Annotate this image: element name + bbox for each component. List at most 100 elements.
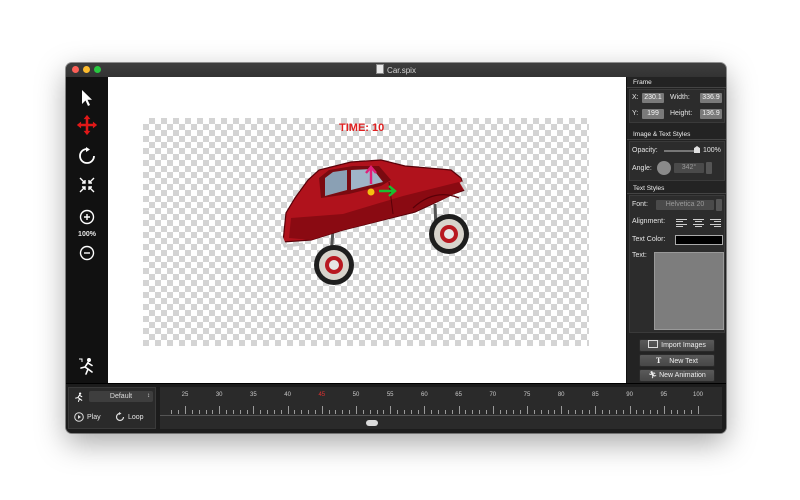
play-button[interactable]: Play <box>74 412 101 422</box>
alignment-label: Alignment: <box>632 218 666 225</box>
ruler-tick <box>314 410 316 414</box>
text-t-icon: T <box>656 356 662 365</box>
ruler-tick <box>622 410 624 414</box>
frame-section-heading: Frame <box>627 77 726 88</box>
ruler-tick <box>684 410 686 414</box>
import-images-button[interactable]: Import Images <box>639 339 715 352</box>
width-field[interactable]: 336.9 <box>700 93 722 103</box>
text-label: Text: <box>632 252 647 259</box>
ruler-tick <box>499 410 501 414</box>
rear-wheel[interactable] <box>314 245 354 285</box>
timeline-ruler[interactable]: 25 30 35 40 45 50 55 60 65 70 75 80 85 90 95 100 <box>160 387 722 429</box>
timeline[interactable]: 25 30 35 40 45 50 55 60 65 70 75 80 85 90 95 100 <box>160 387 722 429</box>
zoom-in-button[interactable] <box>76 206 98 228</box>
align-right-icon[interactable] <box>710 219 721 227</box>
ruler-tick <box>602 410 604 414</box>
ruler-tick <box>568 410 570 414</box>
new-animation-button[interactable]: 🏃︎ New Animation <box>639 369 715 382</box>
stage[interactable]: TIME: 10 <box>143 118 589 346</box>
ruler-tick <box>465 410 467 414</box>
app-window: Car.spix 100% TIME: 10 Frame X: 230.1 Wi… <box>66 63 726 433</box>
ruler-tick <box>698 406 699 414</box>
ruler-tick <box>369 410 371 414</box>
canvas-area[interactable]: TIME: 10 <box>108 77 626 383</box>
ruler-tick <box>444 410 446 414</box>
angle-dial[interactable] <box>657 161 671 175</box>
ruler-label: 60 <box>421 392 428 398</box>
ruler-tick <box>301 410 303 414</box>
ruler-label: 25 <box>181 392 189 398</box>
ruler-tick <box>451 410 453 414</box>
rotate-tool-button[interactable] <box>76 145 98 167</box>
ruler-tick <box>267 410 269 414</box>
align-center-icon[interactable] <box>693 219 704 227</box>
ruler-tick <box>636 410 638 414</box>
ruler-tick <box>205 410 207 414</box>
ruler-label: 85 <box>592 392 599 398</box>
new-text-button[interactable]: T New Text <box>639 354 715 367</box>
inspector-panel: Frame X: 230.1 Width: 336.9 Y: 199 Heigh… <box>626 77 726 383</box>
ruler-label: 35 <box>250 392 257 398</box>
animation-controls: Default ↕ Play Loop <box>68 387 156 429</box>
angle-stepper[interactable] <box>706 162 712 174</box>
select-tool-button[interactable] <box>76 87 98 109</box>
ruler-tick <box>185 406 186 414</box>
title-bar: Car.spix <box>66 63 726 78</box>
zoom-in-icon <box>79 209 95 225</box>
width-label: Width: <box>670 94 690 101</box>
ruler-label: 95 <box>660 392 668 398</box>
ruler-label: 55 <box>386 392 394 398</box>
scale-tool-button[interactable] <box>76 174 98 196</box>
ruler-tick <box>212 410 214 414</box>
loop-icon <box>115 412 125 422</box>
document-icon <box>376 64 385 74</box>
ruler-tick <box>397 410 399 414</box>
ruler-tick <box>691 410 693 414</box>
ruler-tick <box>656 410 658 414</box>
ruler-tick <box>438 410 440 414</box>
x-label: X: <box>632 94 639 101</box>
image-text-styles-heading: Image & Text Styles <box>627 129 726 140</box>
height-field[interactable]: 136.9 <box>700 109 722 119</box>
ruler-tick <box>554 410 556 414</box>
loop-button[interactable]: Loop <box>115 412 144 422</box>
ruler-tick <box>328 410 330 414</box>
y-field[interactable]: 199 <box>642 109 664 119</box>
rotate-icon <box>79 147 95 164</box>
zoom-out-icon <box>79 245 95 261</box>
running-figure-icon <box>79 358 93 375</box>
bottom-bar: Default ↕ Play Loop 25 30 35 40 45 50 55 60 65 70 7… <box>66 383 726 433</box>
zoom-out-button[interactable] <box>76 242 98 264</box>
font-stepper[interactable] <box>716 199 722 211</box>
ruler-tick <box>287 406 289 414</box>
ruler-tick <box>527 406 528 414</box>
timeline-scroll-thumb[interactable] <box>366 420 378 426</box>
ruler-tick <box>506 410 508 414</box>
ruler-tick <box>588 410 590 414</box>
text-color-well[interactable] <box>675 235 723 245</box>
font-field[interactable]: Helvetica 20 <box>656 200 714 210</box>
animation-tool-button[interactable] <box>76 355 98 377</box>
ruler-label: 90 <box>626 392 633 398</box>
move-tool-button[interactable] <box>76 114 98 136</box>
ruler-tick <box>232 410 234 414</box>
ruler-tick <box>561 406 563 414</box>
ruler-label: 50 <box>352 392 360 398</box>
animation-select[interactable]: Default ↕ <box>89 391 153 402</box>
align-left-icon[interactable] <box>676 219 687 227</box>
angle-field[interactable]: 342° <box>674 163 704 173</box>
ruler-tick <box>609 410 611 414</box>
car-sprite[interactable] <box>143 118 589 346</box>
timeline-baseline <box>160 415 722 416</box>
ruler-tick <box>349 410 351 414</box>
ruler-tick <box>520 410 522 414</box>
text-input[interactable] <box>654 252 724 330</box>
ruler-tick <box>362 410 364 414</box>
opacity-slider-thumb[interactable] <box>694 146 700 153</box>
ruler-tick <box>383 410 385 414</box>
opacity-slider-track[interactable] <box>664 150 698 152</box>
frame-section: X: 230.1 Width: 336.9 Y: 199 Height: 136… <box>629 89 725 123</box>
x-field[interactable]: 230.1 <box>642 93 664 103</box>
front-wheel[interactable] <box>429 214 469 254</box>
arrow-cursor-icon <box>82 90 92 106</box>
